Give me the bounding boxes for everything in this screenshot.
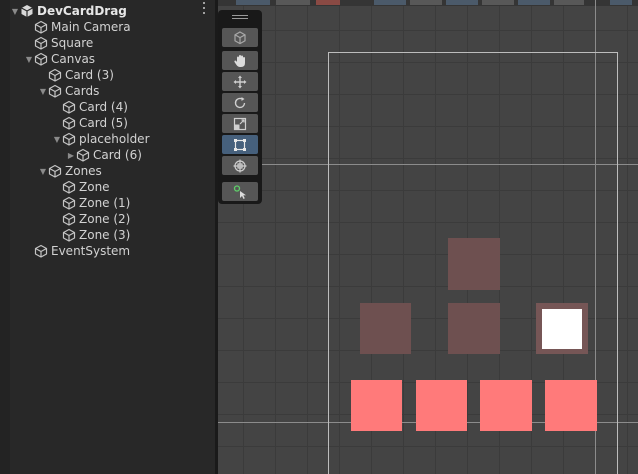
hierarchy-item[interactable]: ▼ Cards [0,83,215,99]
scene-toolbar-strip [218,0,638,6]
toolbar-button[interactable] [482,0,514,5]
hand-tool-button[interactable] [222,51,258,70]
gameobject-cube-icon [48,68,62,82]
hierarchy-item-label: Main Camera [51,20,131,34]
gameobject-cube-icon [62,180,76,194]
hierarchy-item[interactable]: ▼ Canvas [0,51,215,67]
hierarchy-item[interactable]: ▼Zone (2) [0,211,215,227]
scene-view[interactable] [218,0,638,474]
hierarchy-item-label: Zone (2) [79,212,131,226]
foldout-expanded-icon[interactable]: ▼ [38,163,48,179]
hierarchy-item[interactable]: ▼ Zones [0,163,215,179]
toolbar-button[interactable] [316,0,340,5]
hierarchy-item[interactable]: ▼Main Camera [0,19,215,35]
custom-tool-button[interactable] [222,182,258,201]
gameobject-cube-icon [76,148,90,162]
view-options-button[interactable] [222,28,258,47]
hierarchy-item[interactable]: ▼Card (5) [0,115,215,131]
toolbar-button[interactable] [410,0,442,5]
rotate-icon [234,96,246,108]
gameobject-cube-icon [62,196,76,210]
hierarchy-item[interactable]: ▶ Card (6) [0,147,215,163]
hierarchy-item[interactable]: ▼Card (4) [0,99,215,115]
gameobject-cube-icon [48,164,62,178]
hierarchy-item-label: Card (3) [65,68,114,82]
toolbar-button[interactable] [554,0,584,5]
toolbar-button[interactable] [610,0,632,5]
hierarchy-item[interactable]: ▼Square [0,35,215,51]
hierarchy-item[interactable]: ▼Zone (1) [0,195,215,211]
hierarchy-item-label: EventSystem [51,244,131,258]
toolbar-button[interactable] [374,0,406,5]
hierarchy-item-label: Zone (1) [79,196,131,210]
gameobject-cube-icon [48,84,62,98]
hierarchy-item[interactable]: ▼ placeholder [0,131,215,147]
cube-icon [234,30,246,44]
foldout-expanded-icon[interactable]: ▼ [10,3,20,19]
gameobject-cube-icon [34,20,48,34]
hierarchy-item[interactable]: ▼Card (3) [0,67,215,83]
hand-icon [234,54,245,67]
slot-placeholder[interactable] [448,238,500,290]
transform-tool-button[interactable] [222,156,258,175]
toolbar-button[interactable] [236,0,270,5]
hierarchy-item-label: Card (6) [93,148,142,162]
card[interactable] [545,380,597,431]
card[interactable] [416,380,467,431]
hierarchy-item-label: Zone [79,180,110,194]
custom-tool-icon [233,184,246,199]
gameobject-cube-icon [62,228,76,242]
gameobject-cube-icon [62,132,76,146]
rect-transform-icon [234,138,246,151]
kebab-menu-icon[interactable] [199,2,209,14]
hierarchy-item[interactable]: ▼ DevCardDrag [0,3,215,19]
slot-zone[interactable] [448,303,500,354]
hierarchy-panel: ▼DevCardDrag▼Main Camera▼Square▼Canvas▼C… [0,0,215,474]
toolbar-button[interactable] [518,0,550,5]
slot-zone[interactable] [360,303,411,354]
hierarchy-item-label: Card (4) [79,100,128,114]
foldout-expanded-icon[interactable]: ▼ [24,51,34,67]
slot-zone-selected[interactable] [536,303,588,354]
hierarchy-item-label: Card (5) [79,116,128,130]
gameobject-cube-icon [34,36,48,50]
overlay-grip-icon[interactable] [232,15,248,16]
scale-tool-button[interactable] [222,114,258,133]
rect-tool-button[interactable] [222,135,258,154]
card[interactable] [351,380,402,431]
gameobject-cube-icon [34,244,48,258]
gameobject-cube-icon [62,116,76,130]
hierarchy-item[interactable]: ▼EventSystem [0,243,215,259]
card[interactable] [480,380,532,431]
foldout-expanded-icon[interactable]: ▼ [52,131,62,147]
hierarchy-item-label: DevCardDrag [37,4,127,18]
foldout-expanded-icon[interactable]: ▼ [38,83,48,99]
overlay-grip-icon[interactable] [232,18,248,19]
toolbar-button[interactable] [276,0,310,5]
move-arrows-icon [233,75,247,88]
gameobject-cube-icon [62,100,76,114]
scene-tools-overlay [218,10,262,204]
hierarchy-item-label: Square [51,36,94,50]
gameobject-cube-icon [62,212,76,226]
transform-icon [233,159,247,172]
hierarchy-item-label: Zone (3) [79,228,131,242]
foldout-collapsed-icon[interactable]: ▶ [66,147,76,163]
selected-card[interactable] [542,309,582,349]
hierarchy-item[interactable]: ▼Zone (3) [0,227,215,243]
hierarchy-item-label: Cards [65,84,100,98]
gameobject-cube-icon [34,52,48,66]
hierarchy-item-label: placeholder [79,132,150,146]
scale-icon [233,117,247,130]
hierarchy-item-label: Canvas [51,52,96,66]
scene-root-icon [21,5,33,17]
hierarchy-item[interactable]: ▼Zone [0,179,215,195]
move-tool-button[interactable] [222,72,258,91]
toolbar-button[interactable] [446,0,478,5]
rotate-tool-button[interactable] [222,93,258,112]
hierarchy-item-label: Zones [65,164,102,178]
